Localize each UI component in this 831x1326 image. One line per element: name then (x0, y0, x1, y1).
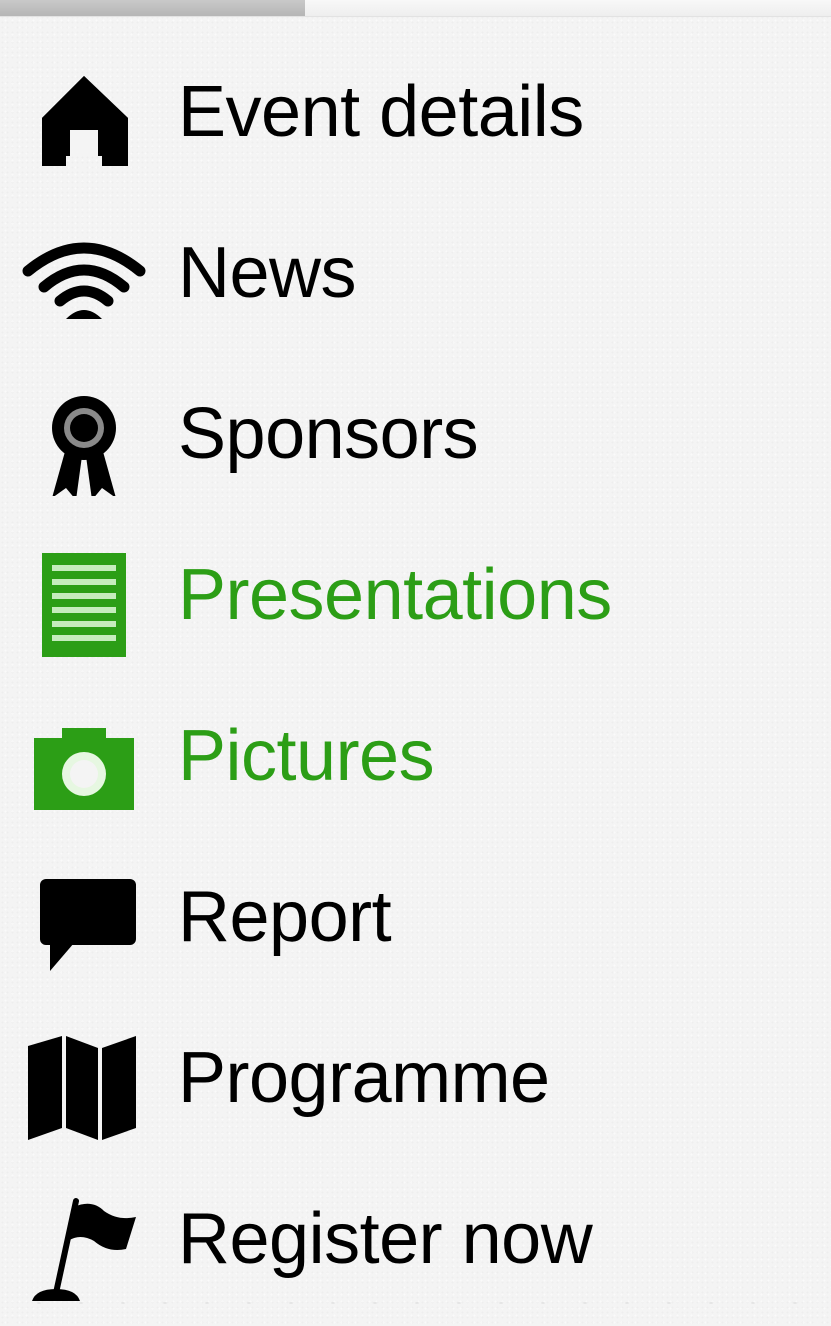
sidebar-item-programme[interactable]: Programme (0, 996, 831, 1157)
flag-icon (22, 1197, 146, 1301)
sidebar-item-label: Event details (178, 72, 584, 152)
top-tab-strip (0, 0, 831, 16)
wifi-icon (22, 231, 146, 335)
speech-bubble-icon (22, 875, 146, 979)
sidebar-item-label: Pictures (178, 716, 435, 796)
sidebar-item-label: Report (178, 877, 392, 957)
map-icon (22, 1036, 146, 1140)
sidebar-item-report[interactable]: Report (0, 835, 831, 996)
sidebar-item-label: Register now (178, 1199, 593, 1279)
sidebar-menu: Event details News Sponsors Presentation… (0, 30, 831, 1318)
sidebar-item-label: Sponsors (178, 394, 479, 474)
top-tab-active[interactable] (0, 0, 305, 16)
sidebar-item-label: Programme (178, 1038, 550, 1118)
sidebar-item-presentations[interactable]: Presentations (0, 513, 831, 674)
award-ribbon-icon (22, 392, 146, 496)
camera-icon (22, 714, 146, 818)
document-list-icon (22, 553, 146, 657)
sidebar-item-label: Presentations (178, 555, 612, 635)
top-tab-divider (0, 16, 831, 17)
sidebar-item-event-details[interactable]: Event details (0, 30, 831, 191)
sidebar-item-pictures[interactable]: Pictures (0, 674, 831, 835)
sidebar-item-label: News (178, 233, 357, 313)
bottom-dotted-border (0, 1296, 831, 1310)
sidebar-item-news[interactable]: News (0, 191, 831, 352)
sidebar-item-sponsors[interactable]: Sponsors (0, 352, 831, 513)
home-icon (22, 70, 146, 174)
sidebar-item-register-now[interactable]: Register now (0, 1157, 831, 1318)
